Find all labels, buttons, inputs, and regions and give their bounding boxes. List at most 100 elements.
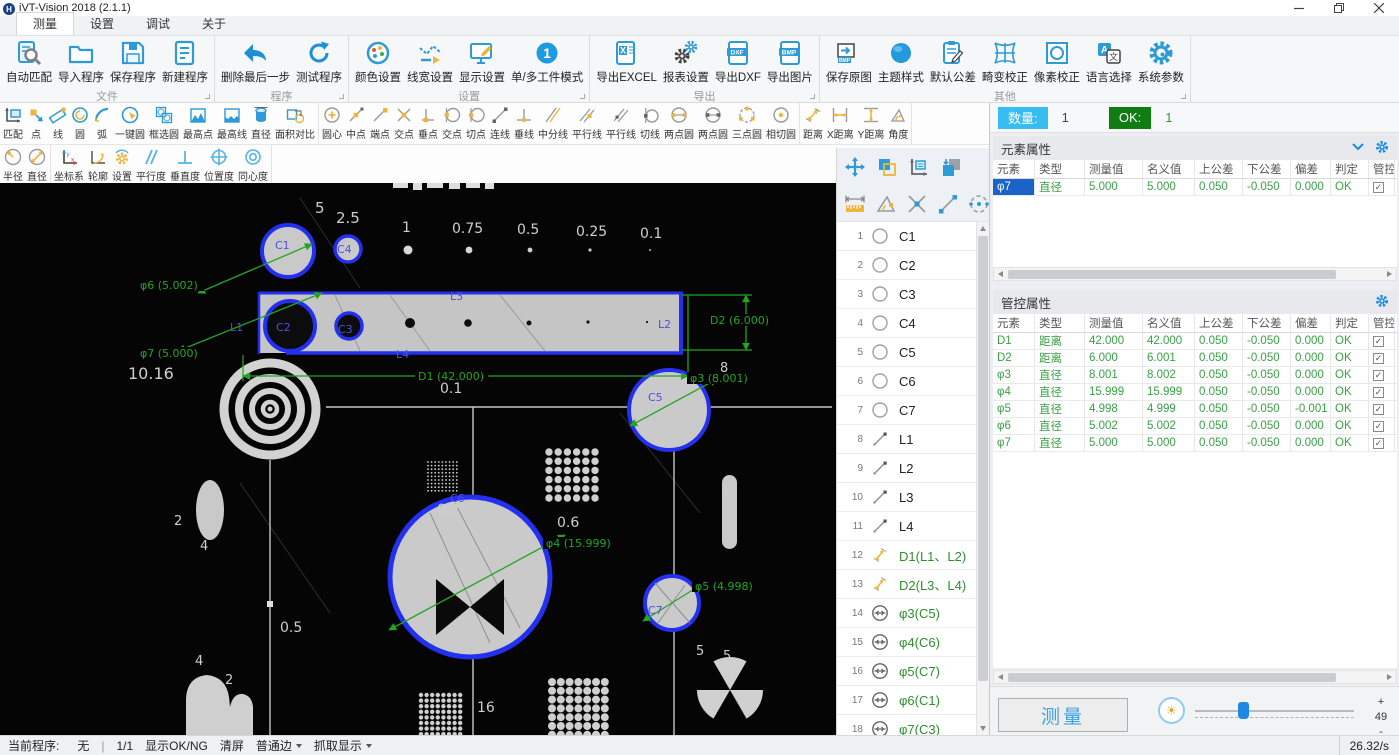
system-gear-button[interactable]: 系统参数 (1135, 36, 1187, 85)
scroll-down-icon[interactable] (977, 722, 989, 735)
new-document-button[interactable]: 新建程序 (159, 36, 211, 85)
scroll-thumb[interactable] (978, 236, 988, 681)
dxf-file-button[interactable]: DXF导出DXF (712, 36, 764, 85)
excel-button[interactable]: X导出EXCEL (593, 36, 660, 85)
element-row-C4[interactable]: 4C4 (837, 309, 977, 338)
diameter-button[interactable]: 直径 (25, 145, 49, 183)
element-row-C1[interactable]: 1C1 (837, 222, 977, 251)
table-row[interactable]: φ4直径15.99915.9990.050-0.0500.000OK (993, 384, 1397, 401)
element-row-D2(L3、L4)[interactable]: 13D2(L3、L4) (837, 570, 977, 599)
gear-icon[interactable] (1375, 294, 1389, 311)
end-point-button[interactable]: 端点 (368, 103, 392, 144)
table-row[interactable]: D1距离42.00042.0000.050-0.0500.000OK (993, 333, 1397, 350)
angle-tool-button[interactable] (874, 192, 897, 216)
line-width-button[interactable]: 线宽设置 (404, 36, 456, 85)
checkbox-checked-icon[interactable] (1373, 182, 1384, 193)
coordinate-view-button[interactable] (907, 155, 931, 179)
one-badge-button[interactable]: 1单/多工件模式 (508, 36, 586, 85)
tangent-line-button[interactable]: 切线 (638, 103, 662, 144)
three-point-circle-button[interactable]: 三点圆 (730, 103, 764, 144)
tab-关于[interactable]: 关于 (186, 13, 242, 35)
auto-match-button[interactable]: 自动匹配 (3, 36, 55, 85)
language-button[interactable]: A文语言选择 (1083, 36, 1135, 85)
tab-调试[interactable]: 调试 (130, 13, 186, 35)
coordinate-button[interactable]: yx坐标系 (52, 145, 86, 183)
position-button[interactable]: 位置度 (202, 145, 236, 183)
y-distance-button[interactable]: Y距离 (856, 103, 887, 144)
circle-center-button[interactable]: 圆心 (320, 103, 344, 144)
checkbox-checked-icon[interactable] (1373, 438, 1384, 449)
brightness-slider-track[interactable] (1195, 710, 1354, 712)
element-row-C3[interactable]: 3C3 (837, 280, 977, 309)
copy-shape-button[interactable] (875, 155, 899, 179)
table-row[interactable]: D2距离6.0006.0010.050-0.0500.000OK (993, 350, 1397, 367)
parallel-line-button[interactable]: 平行线 (570, 103, 604, 144)
contour-button[interactable]: 轮廓 (86, 145, 110, 183)
perpendicularity-button[interactable]: 垂直度 (168, 145, 202, 183)
foot-point-button[interactable]: 垂点 (416, 103, 440, 144)
element-row-C2[interactable]: 2C2 (837, 251, 977, 280)
mid-point-button[interactable]: 中点 (344, 103, 368, 144)
tab-设置[interactable]: 设置 (74, 13, 130, 35)
distortion-grid-button[interactable]: 畸变校正 (979, 36, 1031, 85)
line-segment-button[interactable] (936, 192, 959, 216)
display-button[interactable]: 显示设置 (456, 36, 508, 85)
angle-button[interactable]: 角度 (886, 103, 910, 144)
scroll-left-icon[interactable] (994, 671, 1007, 683)
restore-button[interactable] (1319, 0, 1359, 16)
tolerance-clipboard-button[interactable]: 默认公差 (927, 36, 979, 85)
cross-point-button[interactable]: 交点 (392, 103, 416, 144)
tangent-circle-button[interactable]: 相切圆 (764, 103, 798, 144)
pixel-calib-button[interactable]: 像素校正 (1031, 36, 1083, 85)
circle-C6[interactable] (390, 497, 550, 657)
report-gear-button[interactable]: 报表设置 (660, 36, 712, 85)
element-row-φ4(C6)[interactable]: 15φ4(C6) (837, 628, 977, 657)
element-row-C7[interactable]: 7C7 (837, 396, 977, 425)
distance-button[interactable]: 距离 (801, 103, 825, 144)
palette-button[interactable]: 颜色设置 (352, 36, 404, 85)
minus-button[interactable]: - (1379, 725, 1383, 735)
element-row-L2[interactable]: 9L2 (837, 454, 977, 483)
close-button[interactable] (1359, 0, 1399, 16)
scroll-right-icon[interactable] (1383, 671, 1396, 683)
gear-icon[interactable] (1375, 140, 1389, 157)
bisector-line-button[interactable]: 中分线 (536, 103, 570, 144)
two-point-circle-button[interactable]: 两点圆 (662, 103, 696, 144)
collapse-chevron-icon[interactable] (1351, 141, 1365, 155)
element-row-φ6(C1)[interactable]: 17φ6(C1) (837, 686, 977, 715)
pan-move-button[interactable] (843, 155, 867, 179)
match-button[interactable]: 匹配 (1, 103, 25, 144)
table-row[interactable]: φ7直径5.0005.0000.050-0.0500.000OK (993, 435, 1397, 452)
plus-button[interactable]: + (1378, 695, 1384, 710)
checkbox-checked-icon[interactable] (1373, 370, 1384, 381)
undo-button[interactable]: 删除最后一步 (218, 36, 293, 85)
save-floppy-button[interactable]: 保存程序 (107, 36, 159, 85)
element-row-φ7(C3)[interactable]: 18φ7(C3) (837, 715, 977, 735)
grab-display-dropdown[interactable]: 抓取显示 (314, 737, 372, 754)
checkbox-checked-icon[interactable] (1373, 387, 1384, 398)
brightness-sun-icon[interactable]: ☀ (1158, 697, 1185, 724)
highest-line-button[interactable]: 最高线 (215, 103, 249, 144)
arc-button[interactable]: 弧 (91, 103, 113, 144)
save-image-button[interactable]: BMP保存原图 (823, 36, 875, 85)
cylinder-button[interactable]: 直径 (249, 103, 273, 144)
element-props-hscrollbar[interactable] (993, 267, 1397, 281)
box-circle-button[interactable]: 框选圆 (147, 103, 181, 144)
element-row-L1[interactable]: 8L1 (837, 425, 977, 454)
clear-screen-button[interactable]: 清屏 (220, 737, 244, 754)
radius-button[interactable]: 半径 (1, 145, 25, 183)
bmp-file-button[interactable]: BMP导出图片 (764, 36, 816, 85)
highest-point-button[interactable]: 最高点 (181, 103, 215, 144)
element-row-C6[interactable]: 6C6 (837, 367, 977, 396)
element-row-φ3(C5)[interactable]: 14φ3(C5) (837, 599, 977, 628)
element-row-φ5(C7)[interactable]: 16φ5(C7) (837, 657, 977, 686)
edge-mode-dropdown[interactable]: 普通边 (256, 737, 302, 754)
intersect-tool-button[interactable] (905, 192, 928, 216)
element-row-L4[interactable]: 11L4 (837, 512, 977, 541)
minimize-button[interactable] (1279, 0, 1319, 16)
concentricity-button[interactable]: 同心度 (236, 145, 270, 183)
element-row-C5[interactable]: 5C5 (837, 338, 977, 367)
one-click-circle-button[interactable]: 一键圆 (113, 103, 147, 144)
brightness-slider-thumb[interactable] (1238, 702, 1249, 719)
measure-ruler-button[interactable] (843, 192, 866, 216)
